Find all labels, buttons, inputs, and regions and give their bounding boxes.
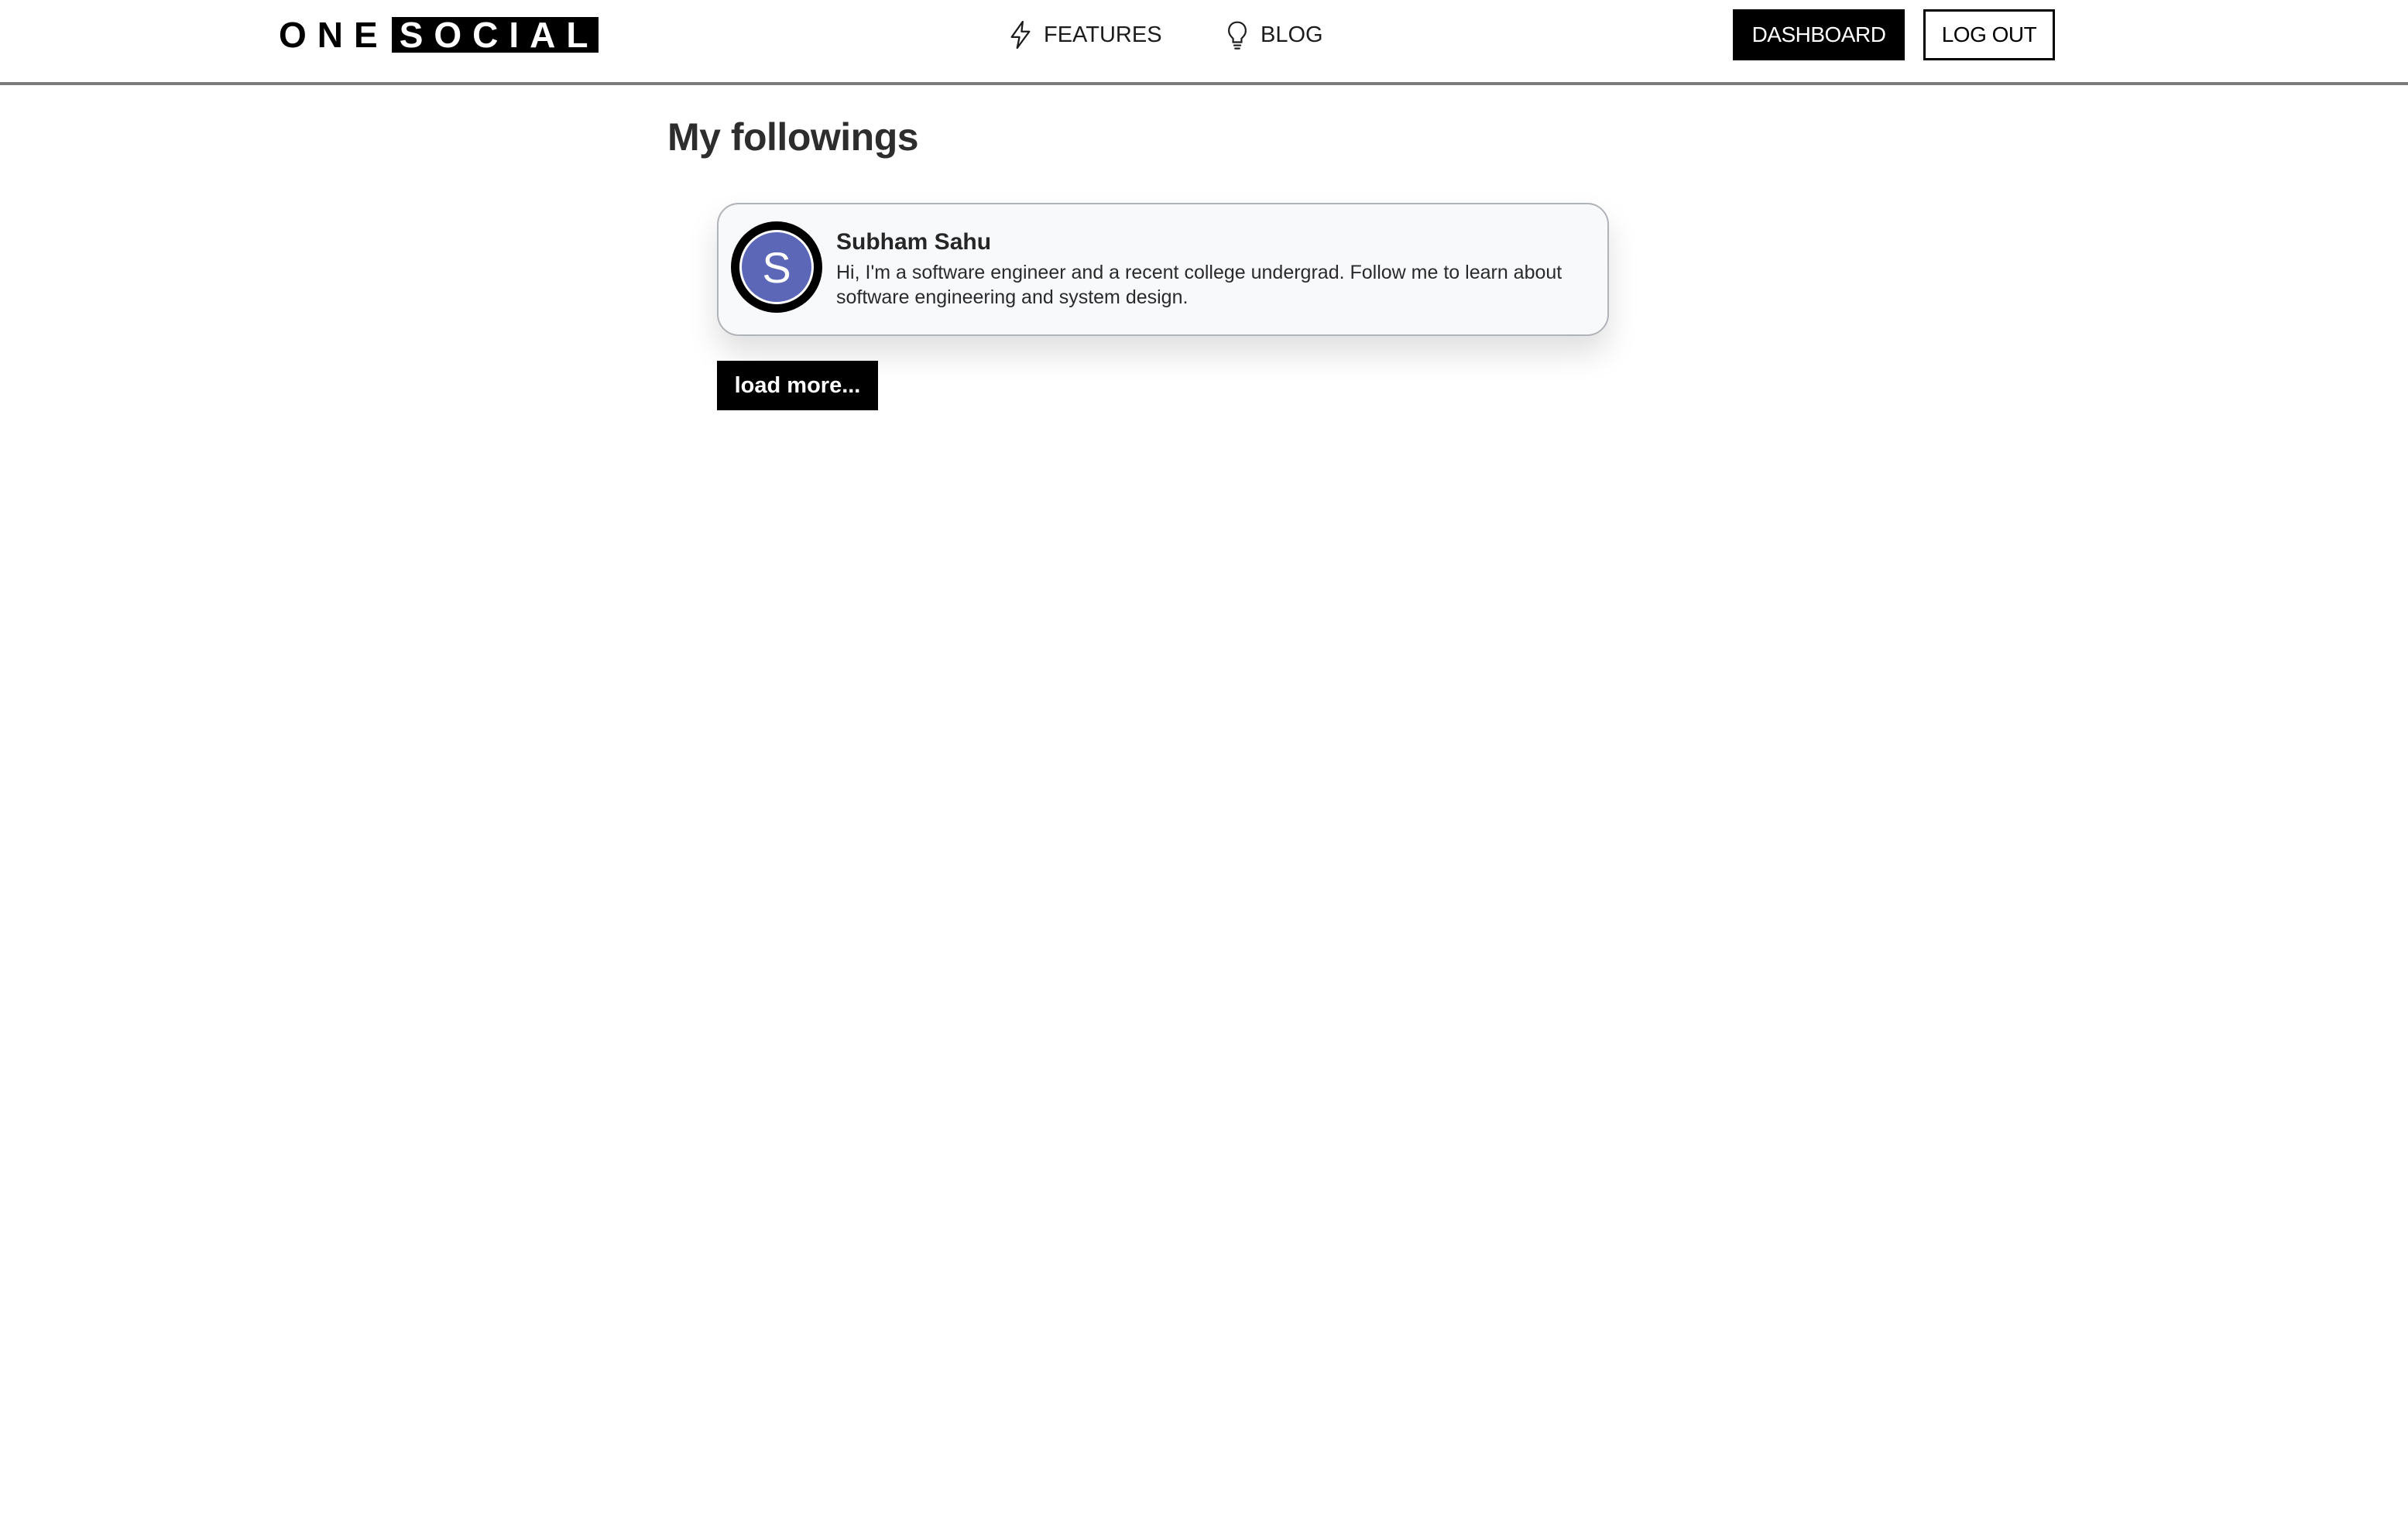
nav-blog-label: BLOG <box>1261 22 1323 47</box>
lightning-icon <box>1007 19 1034 50</box>
nav-features-label: FEATURES <box>1044 22 1162 47</box>
avatar-letter: S <box>739 230 814 304</box>
top-navbar: ONE SOCIAL FEATURES BLOG DASHBOARD LOG O… <box>0 0 2408 85</box>
lightbulb-icon <box>1223 19 1251 50</box>
page-title: My followings <box>667 115 919 159</box>
load-more-button[interactable]: load more... <box>717 361 878 410</box>
following-name[interactable]: Subham Sahu <box>836 229 991 255</box>
nav-features-link[interactable]: FEATURES <box>1007 17 1162 53</box>
nav-blog-link[interactable]: BLOG <box>1223 17 1323 53</box>
logout-button[interactable]: LOG OUT <box>1923 9 2055 60</box>
avatar[interactable]: S <box>731 221 822 313</box>
logo-text-one: ONE <box>279 15 389 55</box>
following-card[interactable]: S Subham Sahu Hi, I'm a software enginee… <box>717 203 1609 336</box>
one-social-logo[interactable]: ONE SOCIAL <box>279 15 599 55</box>
following-bio: Hi, I'm a software engineer and a recent… <box>836 262 1562 308</box>
logo-text-social: SOCIAL <box>391 17 599 53</box>
dashboard-button[interactable]: DASHBOARD <box>1733 9 1905 60</box>
